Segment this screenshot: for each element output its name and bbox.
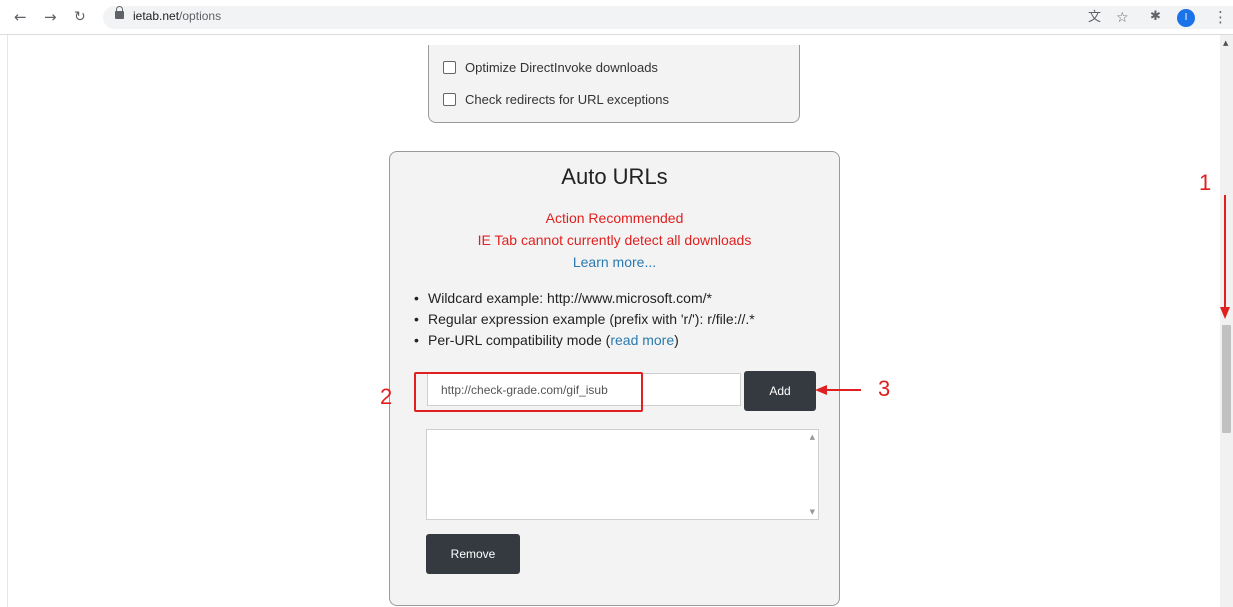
tip-per-url-prefix: Per-URL compatibility mode ( xyxy=(428,332,611,348)
warning-message: IE Tab cannot currently detect all downl… xyxy=(477,232,752,248)
page-viewport: Optimize DirectInvoke downloads Check re… xyxy=(0,35,1233,607)
remove-button[interactable]: Remove xyxy=(426,534,520,574)
back-arrow-icon[interactable]: ← xyxy=(14,8,27,26)
lock-icon[interactable] xyxy=(115,6,124,19)
tip-per-url-suffix: ) xyxy=(674,332,679,348)
annotation-highlight-box xyxy=(414,372,643,412)
options-panel: Optimize DirectInvoke downloads Check re… xyxy=(428,45,800,123)
tip-regex: Regular expression example (prefix with … xyxy=(414,309,755,330)
warning-heading: Action Recommended xyxy=(545,210,684,226)
translate-icon[interactable]: ⽂ xyxy=(1088,9,1101,27)
tip-per-url: Per-URL compatibility mode (read more) xyxy=(414,330,755,351)
profile-avatar[interactable]: I xyxy=(1177,9,1195,27)
url-path: /options xyxy=(179,9,222,23)
checkbox[interactable] xyxy=(443,93,456,106)
url-list-box[interactable]: ▲ ▼ xyxy=(426,429,819,520)
url-host: ietab.net xyxy=(133,9,180,23)
annotation-number-2: 2 xyxy=(380,384,393,409)
address-bar[interactable]: ietab.net/options ⽂ ☆ xyxy=(103,6,1233,29)
menu-kebab-icon[interactable]: ⋮ xyxy=(1213,8,1228,26)
page-scrollbar[interactable]: ▲ xyxy=(1220,35,1233,607)
star-icon[interactable]: ☆ xyxy=(1116,9,1129,27)
scroll-down-icon[interactable]: ▼ xyxy=(810,508,815,516)
annotation-number-1: 1 xyxy=(1199,170,1212,195)
scroll-up-icon[interactable]: ▲ xyxy=(810,433,815,441)
scroll-up-icon[interactable]: ▲ xyxy=(1223,39,1228,47)
option-check-redirects[interactable]: Check redirects for URL exceptions xyxy=(443,92,669,107)
option-optimize-directinvoke[interactable]: Optimize DirectInvoke downloads xyxy=(443,60,658,75)
checkbox[interactable] xyxy=(443,61,456,74)
forward-arrow-icon[interactable]: → xyxy=(44,8,57,26)
url-text[interactable]: ietab.net/options xyxy=(133,9,221,23)
annotation-arrow-left xyxy=(815,385,861,395)
option-label: Check redirects for URL exceptions xyxy=(465,92,669,107)
tips-list: Wildcard example: http://www.microsoft.c… xyxy=(414,288,755,351)
scrollbar-thumb[interactable] xyxy=(1222,325,1231,433)
read-more-link[interactable]: read more xyxy=(610,332,674,348)
browser-toolbar: ← → ↻ ietab.net/options ⽂ ☆ ✱ I ⋮ xyxy=(0,0,1233,35)
tip-wildcard: Wildcard example: http://www.microsoft.c… xyxy=(414,288,755,309)
option-label: Optimize DirectInvoke downloads xyxy=(465,60,658,75)
learn-more-link[interactable]: Learn more... xyxy=(390,254,839,270)
annotation-number-3: 3 xyxy=(878,376,891,401)
panel-title: Auto URLs xyxy=(561,164,668,189)
page-left-border xyxy=(7,35,8,607)
annotation-arrow-down xyxy=(1220,195,1230,319)
add-button[interactable]: Add xyxy=(744,371,816,411)
reload-icon[interactable]: ↻ xyxy=(74,8,86,26)
extensions-icon[interactable]: ✱ xyxy=(1150,8,1161,26)
